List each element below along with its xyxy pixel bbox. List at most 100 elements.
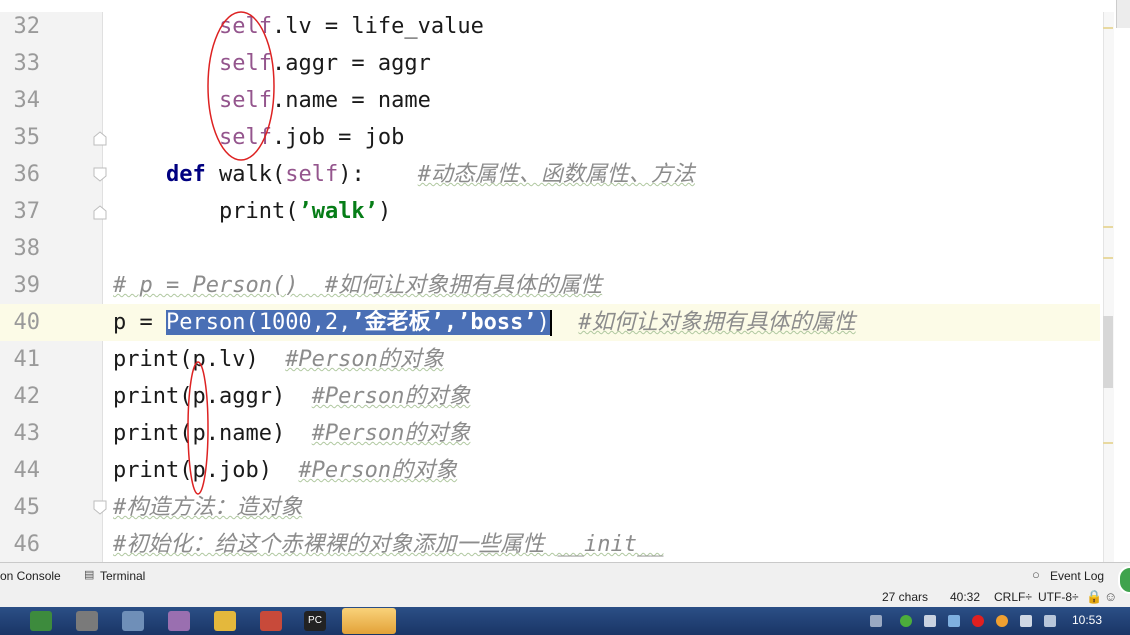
tray-icon-add[interactable] [900,615,912,627]
event-log-icon: ○ [1032,567,1040,582]
app-icon-1[interactable] [30,611,52,631]
code-text: print(p.aggr) #Person的对象 [113,378,470,415]
line-number: 41 [13,347,41,372]
active-app-taskbar-button[interactable] [342,608,396,634]
code-token: print( [218,199,299,224]
line-number: 36 [13,162,41,187]
tray-icon-6[interactable] [996,615,1008,627]
tab-python-console[interactable]: on Console [0,569,61,583]
status-encoding[interactable]: UTF-8÷ [1038,590,1079,604]
line-number: 38 [13,236,41,261]
line-number: 39 [13,273,41,298]
fold-marker-icon[interactable] [92,130,108,146]
marker-tick[interactable] [1103,226,1113,228]
line-number: 35 [13,125,41,150]
code-token: self [218,14,272,39]
code-token: def [165,162,206,187]
status-caret-position[interactable]: 40:32 [950,590,980,604]
code-token: # p = Person() #如何让对象拥有具体的属性 [113,273,603,298]
code-token: #初始化：给这个赤裸裸的对象添加一些属性 __init__ [113,532,664,557]
code-token: .aggr = aggr [271,51,431,76]
fold-marker-icon[interactable] [92,204,108,220]
code-token: p = [113,310,166,335]
code-token: self [218,125,272,150]
app-icon-3[interactable] [122,611,144,631]
app-icon-2[interactable] [76,611,98,631]
line-number: 42 [13,384,41,409]
code-token: Person(1000,2, [165,310,352,335]
fold-marker-icon[interactable] [92,167,108,183]
code-text: self.aggr = aggr [113,45,431,82]
code-line[interactable]: 36 def walk(self): #动态属性、函数属性、方法 [0,156,1100,193]
code-token: ): [338,162,418,187]
tray-icon-7[interactable] [1020,615,1032,627]
code-line[interactable]: 43 print(p.name) #Person的对象 [0,415,1100,452]
speaker-icon[interactable] [1044,615,1056,627]
code-line[interactable]: 41 print(p.lv) #Person的对象 [0,341,1100,378]
tray-icon-3[interactable] [924,615,936,627]
tray-icon-4[interactable] [948,615,960,627]
code-line[interactable]: 37 print(’walk’) [0,193,1100,230]
tab-event-log[interactable]: Event Log [1050,569,1104,583]
code-line[interactable]: 45 #构造方法：造对象 [0,489,1100,526]
marker-tick[interactable] [1103,442,1113,444]
code-line[interactable]: 40 p = Person(1000,2,’金老板’,’boss’) #如何让对象… [0,304,1100,341]
code-token: self [218,51,272,76]
code-editor[interactable]: 32 self.lv = life_value 33 self.aggr = ag… [0,0,1130,562]
app-icon-6[interactable] [260,611,282,631]
code-line[interactable]: 46 #初始化：给这个赤裸裸的对象添加一些属性 __init__ [0,526,1100,562]
code-token: self [285,162,339,187]
code-token: ’walk’ [298,199,378,224]
marker-tick[interactable] [1103,257,1113,259]
inspector-icon[interactable]: ☺ [1104,589,1117,604]
status-char-count: 27 chars [882,590,929,604]
code-line[interactable]: 32 self.lv = life_value [0,8,1100,45]
code-line[interactable]: 33 self.aggr = aggr [0,45,1100,82]
code-token: print(p.name) [113,421,312,446]
code-token: ) [377,199,392,224]
pycharm-taskbar-icon[interactable]: PC [304,611,326,631]
code-text: self.name = name [113,82,431,119]
line-number: 40 [13,310,41,335]
line-number: 33 [13,51,41,76]
windows-taskbar: PC 10:53 [0,607,1130,635]
code-text: print(p.job) #Person的对象 [113,452,457,489]
terminal-icon: ▤ [84,569,95,581]
editor-scrollbar[interactable] [1103,12,1114,562]
tab-terminal[interactable]: Terminal [100,569,145,583]
code-line[interactable]: 35 self.job = job [0,119,1100,156]
code-line[interactable]: 44 print(p.job) #Person的对象 [0,452,1100,489]
code-token: #如何让对象拥有具体的属性 [578,310,856,335]
code-line[interactable]: 39 # p = Person() #如何让对象拥有具体的属性 [0,267,1100,304]
status-bar: on Console ▤ Terminal ○ Event Log 27 cha… [0,562,1130,608]
line-number: 46 [13,532,41,557]
fold-marker-icon[interactable] [92,500,108,516]
code-token: walk( [205,162,286,187]
tray-icon-network[interactable] [870,615,882,627]
tray-icon-record[interactable] [972,615,984,627]
code-token: .lv = life_value [271,14,484,39]
status-line-separator[interactable]: CRLF÷ [994,590,1032,604]
code-line[interactable]: 34 self.name = name [0,82,1100,119]
line-number: 43 [13,421,41,446]
code-token: print(p.job) [113,458,299,483]
app-icon-5[interactable] [214,611,236,631]
code-line[interactable]: 38 [0,230,1100,267]
lock-icon[interactable]: 🔒 [1086,589,1102,605]
code-token: #Person的对象 [311,421,471,446]
side-panel-tab[interactable] [1116,0,1130,28]
line-number: 34 [13,88,41,113]
code-line[interactable]: 42 print(p.aggr) #Person的对象 [0,378,1100,415]
code-text: # p = Person() #如何让对象拥有具体的属性 [113,267,602,304]
scroll-thumb[interactable] [1103,316,1113,388]
taskbar-clock[interactable]: 10:53 [1072,613,1102,627]
code-token: #构造方法：造对象 [113,495,303,520]
code-token: self [218,88,272,113]
code-token: print(p.aggr) [113,384,312,409]
marker-tick[interactable] [1103,27,1113,29]
code-text: #初始化：给这个赤裸裸的对象添加一些属性 __init__ [113,526,663,562]
app-icon-4[interactable] [168,611,190,631]
line-number: 44 [13,458,41,483]
code-text: #构造方法：造对象 [113,489,302,526]
